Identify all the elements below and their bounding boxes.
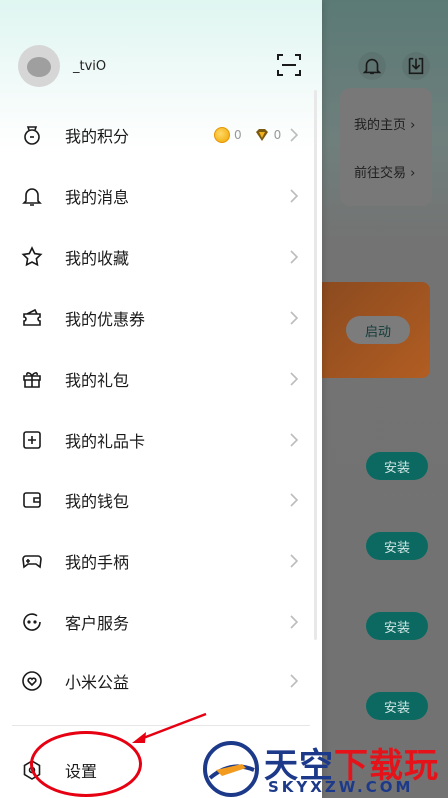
menu-item-gift-pack[interactable]: 我的礼包 (0, 349, 314, 409)
avatar[interactable] (18, 45, 60, 87)
charity-heart-icon (20, 669, 44, 693)
gamepad-icon (20, 549, 44, 573)
menu-item-wallet[interactable]: 我的钱包 (0, 470, 314, 530)
menu-label: 我的积分 (65, 127, 130, 146)
bell-icon (20, 184, 44, 208)
coin-count: 0 (234, 128, 242, 142)
chevron-right-icon (290, 311, 299, 325)
chevron-right-icon (290, 615, 299, 629)
star-icon (20, 245, 44, 269)
customer-service-icon (20, 610, 44, 634)
watermark-url: SKYXZW.COM (268, 778, 414, 796)
go-trade-link[interactable]: 前往交易 › (354, 162, 415, 181)
side-drawer: _tviO 我的积分 0 0 我的消息 我的收藏 我的优惠券 我的礼包 我的礼品… (0, 0, 322, 798)
menu-item-points[interactable]: 我的积分 0 0 (0, 105, 314, 165)
menu-label: 我的手柄 (65, 553, 130, 572)
points-summary: 0 0 (214, 127, 281, 143)
menu-item-charity[interactable]: 小米公益 (0, 651, 314, 711)
points-bag-icon (20, 123, 44, 147)
profile-card (340, 88, 432, 206)
install-button[interactable]: 安装 (366, 452, 428, 480)
chevron-right-icon (290, 493, 299, 507)
menu-label: 我的消息 (65, 188, 130, 207)
menu-item-messages[interactable]: 我的消息 (0, 166, 314, 226)
coin-icon (214, 127, 230, 143)
download-icon[interactable] (402, 52, 430, 80)
annotation-arrow (132, 712, 207, 743)
menu-label: 我的礼品卡 (65, 432, 146, 451)
menu-item-favorites[interactable]: 我的收藏 (0, 227, 314, 287)
chevron-right-icon (290, 554, 299, 568)
menu-label: 我的优惠券 (65, 310, 146, 329)
menu-item-gamepad[interactable]: 我的手柄 (0, 531, 314, 591)
menu-label: 我的收藏 (65, 249, 130, 268)
chevron-right-icon (290, 674, 299, 688)
watermark-logo-icon (203, 741, 259, 797)
diamond-icon (255, 129, 268, 141)
username: _tviO (73, 58, 107, 74)
install-button[interactable]: 安装 (366, 612, 428, 640)
menu-label: 小米公益 (65, 673, 130, 692)
coupon-icon (20, 306, 44, 330)
install-button[interactable]: 安装 (366, 532, 428, 560)
scan-icon[interactable] (276, 52, 302, 78)
my-homepage-link[interactable]: 我的主页 › (354, 114, 415, 133)
chevron-right-icon (290, 250, 299, 264)
gift-card-icon (20, 428, 44, 452)
wallet-icon (20, 488, 44, 512)
menu-item-coupons[interactable]: 我的优惠券 (0, 288, 314, 348)
chevron-right-icon (290, 189, 299, 203)
site-watermark: 天空下载玩 SKYXZW.COM (200, 738, 448, 798)
menu-item-customer-service[interactable]: 客户服务 (0, 592, 314, 652)
chevron-right-icon (290, 372, 299, 386)
drawer-scrollbar[interactable] (314, 90, 317, 640)
annotation-ellipse (30, 731, 142, 797)
start-button[interactable]: 启动 (346, 316, 410, 344)
menu-label: 我的钱包 (65, 492, 130, 511)
chevron-right-icon (290, 128, 299, 142)
install-button[interactable]: 安装 (366, 692, 428, 720)
chevron-right-icon (290, 433, 299, 447)
gift-box-icon (20, 367, 44, 391)
menu-item-gift-card[interactable]: 我的礼品卡 (0, 410, 314, 470)
gem-count: 0 (273, 128, 282, 142)
bell-icon[interactable] (358, 52, 386, 80)
menu-label: 客户服务 (65, 614, 130, 633)
profile-header[interactable]: _tviO (18, 44, 106, 88)
menu-label: 我的礼包 (65, 371, 130, 390)
